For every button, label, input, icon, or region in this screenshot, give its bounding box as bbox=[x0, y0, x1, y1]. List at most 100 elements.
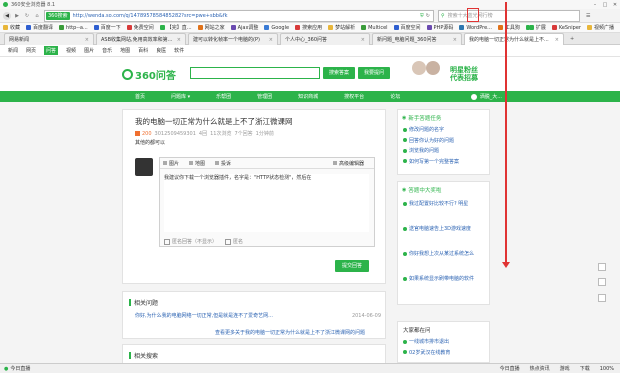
prize-question-text[interactable]: 我过配置好比较不行? 明星 bbox=[409, 200, 468, 207]
editor-tool-button[interactable]: 图片 bbox=[163, 160, 179, 167]
bookmark-item[interactable]: 扩展 bbox=[528, 24, 546, 31]
header-search-input[interactable] bbox=[190, 67, 320, 79]
submit-answer-button[interactable]: 提交回答 bbox=[335, 260, 369, 272]
security-shield-icon[interactable]: ⛨ bbox=[420, 13, 424, 19]
bookmark-item[interactable]: Google bbox=[264, 25, 289, 31]
bookmark-item[interactable]: WordPre... bbox=[459, 25, 492, 31]
search-box[interactable]: ⚲ 搜索十大蓝光网行榜 bbox=[438, 9, 580, 22]
user-avatar[interactable] bbox=[470, 93, 477, 100]
other-checkbox[interactable] bbox=[225, 238, 232, 245]
site-nav-item[interactable]: 问答 bbox=[44, 46, 59, 55]
bookmark-item[interactable]: 梦站解析 bbox=[328, 24, 355, 31]
browser-tab[interactable]: 新问题_电脑问题_360问答 × bbox=[372, 33, 462, 45]
task-item[interactable]: 回答你认为好的问题 bbox=[403, 137, 489, 144]
prize-question-text[interactable]: 如果系统显示刷带电脑的软件 bbox=[409, 275, 474, 282]
site-nav-item[interactable]: 新闻 bbox=[8, 47, 18, 54]
search-answers-button[interactable]: 搜索答案 bbox=[323, 67, 355, 79]
task-item-text[interactable]: 浏览我的问题 bbox=[409, 147, 439, 154]
search-engine-badge[interactable]: 360搜索 bbox=[46, 11, 70, 20]
back-to-top-icon[interactable] bbox=[598, 294, 606, 302]
close-tab-icon[interactable]: × bbox=[265, 37, 273, 43]
prize-question[interactable]: 如果系统显示刷带电脑的软件 bbox=[403, 275, 489, 282]
refresh-page-icon[interactable]: ↻ bbox=[426, 13, 430, 19]
task-item-text[interactable]: 如何写第一个完整答案 bbox=[409, 158, 459, 165]
status-item[interactable]: 今日直播 bbox=[500, 365, 520, 372]
recent-item[interactable]: 02岁武汉在线教育 bbox=[403, 349, 489, 356]
task-item[interactable]: 如何写第一个完整答案 bbox=[403, 158, 489, 165]
status-item[interactable]: 下载 bbox=[580, 365, 590, 372]
recent-item-text[interactable]: 一线城市排市退出 bbox=[409, 338, 449, 345]
site-nav-item[interactable]: 视频 bbox=[66, 47, 76, 54]
recent-item[interactable]: 一线城市排市退出 bbox=[403, 338, 489, 345]
maximize-icon[interactable]: □ bbox=[600, 2, 610, 8]
feedback-icon[interactable] bbox=[598, 263, 606, 271]
editor-tool-button[interactable]: 地图 bbox=[189, 160, 205, 167]
editor-tool-button[interactable]: 投诉 bbox=[215, 160, 231, 167]
prize-question-text[interactable]: 你好我想上次从某过系统怎么 bbox=[409, 250, 474, 257]
related-question[interactable]: 你好,为什么我的电脑网络一切正常,但是就是连不了爱奇艺网... 2014-06-0… bbox=[135, 312, 381, 320]
related-question-text[interactable]: 你好,为什么我的电脑网络一切正常,但是就是连不了爱奇艺网... bbox=[135, 312, 348, 319]
site-nav-item[interactable]: 音乐 bbox=[102, 47, 112, 54]
bookmark-item[interactable]: 【完】直... bbox=[159, 24, 192, 31]
site-nav-item[interactable]: 百科 bbox=[138, 47, 148, 54]
answerer-avatar[interactable] bbox=[135, 158, 153, 176]
green-nav-item[interactable]: 知识商城 bbox=[298, 93, 318, 100]
browser-tab[interactable]: 个人中心_360问答 × bbox=[280, 33, 370, 45]
home-button[interactable]: ⌂ bbox=[33, 13, 41, 19]
green-nav-item[interactable]: 首页 bbox=[135, 93, 145, 100]
bookmark-item[interactable]: 百度空间 bbox=[393, 24, 421, 31]
task-item[interactable]: 修改问题的名字 bbox=[403, 126, 489, 133]
close-icon[interactable]: ✕ bbox=[610, 2, 620, 8]
prize-question[interactable]: 我过配置好比较不行? 明星 bbox=[403, 200, 489, 207]
task-item-text[interactable]: 修改问题的名字 bbox=[409, 126, 444, 133]
close-tab-icon[interactable]: × bbox=[449, 37, 457, 43]
new-tab-button[interactable]: + bbox=[570, 36, 574, 42]
anonymous-checkbox[interactable] bbox=[164, 238, 170, 245]
user-name[interactable]: 洒脱_大... bbox=[480, 93, 502, 100]
site-nav-item[interactable]: 图片 bbox=[84, 47, 94, 54]
chat-icon[interactable] bbox=[598, 278, 606, 286]
menu-icon[interactable]: ☰ bbox=[586, 13, 590, 19]
close-tab-icon[interactable]: × bbox=[357, 37, 365, 43]
bookmark-item[interactable]: KeSniper bbox=[551, 25, 581, 31]
promo-banner[interactable]: 明星粉丝 代表招募 bbox=[412, 59, 492, 90]
close-tab-icon[interactable]: × bbox=[173, 37, 181, 43]
recent-item-text[interactable]: 02岁武汉在线教育 bbox=[409, 349, 450, 356]
logo[interactable]: 360问答 bbox=[122, 67, 176, 82]
answer-textarea[interactable]: 我建议你下载一个浏览器插件，名字是："HTTP状态检测"，然后在 bbox=[164, 174, 369, 232]
bookmark-item[interactable]: 免费空间 bbox=[126, 24, 154, 31]
site-nav-item[interactable]: 网页 bbox=[26, 47, 36, 54]
green-nav-item[interactable]: 论坛 bbox=[390, 93, 400, 100]
green-nav-item[interactable]: 搜权平台 bbox=[344, 93, 364, 100]
bookmark-item[interactable]: 百度一下 bbox=[93, 24, 121, 31]
close-tab-icon[interactable]: × bbox=[551, 37, 559, 43]
status-item[interactable]: 游戏 bbox=[560, 365, 570, 372]
close-tab-icon[interactable]: × bbox=[81, 37, 89, 43]
bookmark-item[interactable]: Multicel bbox=[361, 25, 388, 31]
bookmark-item[interactable]: 搜索应用 bbox=[295, 24, 322, 31]
bookmark-item[interactable]: 工具狗 bbox=[497, 24, 520, 31]
task-item-text[interactable]: 回答你认为好的问题 bbox=[409, 137, 454, 144]
site-nav-item[interactable]: 软件 bbox=[174, 47, 184, 54]
status-left[interactable]: 今日直播 bbox=[10, 365, 30, 372]
browser-tab[interactable]: 我的电脑一切正常为什么就是上不... × bbox=[464, 33, 564, 45]
back-button[interactable]: ◀ bbox=[3, 11, 11, 20]
prize-question[interactable]: 送官电脑速告上3D游戏速度 bbox=[403, 225, 489, 232]
bookmark-item[interactable]: http--a... bbox=[59, 25, 88, 31]
task-item[interactable]: 浏览我的问题 bbox=[403, 147, 489, 154]
browser-tab[interactable]: 网易新闻 × bbox=[4, 33, 94, 45]
bookmark-item[interactable]: 收藏 bbox=[3, 24, 20, 31]
bookmark-item[interactable]: 视频广播 bbox=[586, 24, 614, 31]
green-nav-item[interactable]: 乐帮团 bbox=[216, 93, 231, 100]
bookmark-item[interactable]: Ajax调整 bbox=[230, 24, 258, 31]
url-text[interactable]: http://wenda.so.com/q/1478957858485282?s… bbox=[73, 13, 420, 19]
browser-tab[interactable]: 建可以转化帧率一个电脑的(P) × bbox=[188, 33, 278, 45]
forward-button[interactable]: ▶ bbox=[13, 12, 21, 20]
ask-question-button[interactable]: 我要提问 bbox=[358, 67, 390, 79]
status-item[interactable]: 热点资讯 bbox=[530, 365, 550, 372]
related-more-link[interactable]: 查看更多关于我的电脑一切正常为什么就是上不了浙江微课网的问题 bbox=[215, 329, 365, 336]
browser-tab[interactable]: ASB收集网站,免用高效率和第... × bbox=[96, 33, 186, 45]
address-bar[interactable]: 360搜索 http://wenda.so.com/q/147895785848… bbox=[44, 9, 434, 22]
minimize-icon[interactable]: – bbox=[590, 2, 600, 8]
refresh-button[interactable]: ↻ bbox=[23, 13, 31, 19]
